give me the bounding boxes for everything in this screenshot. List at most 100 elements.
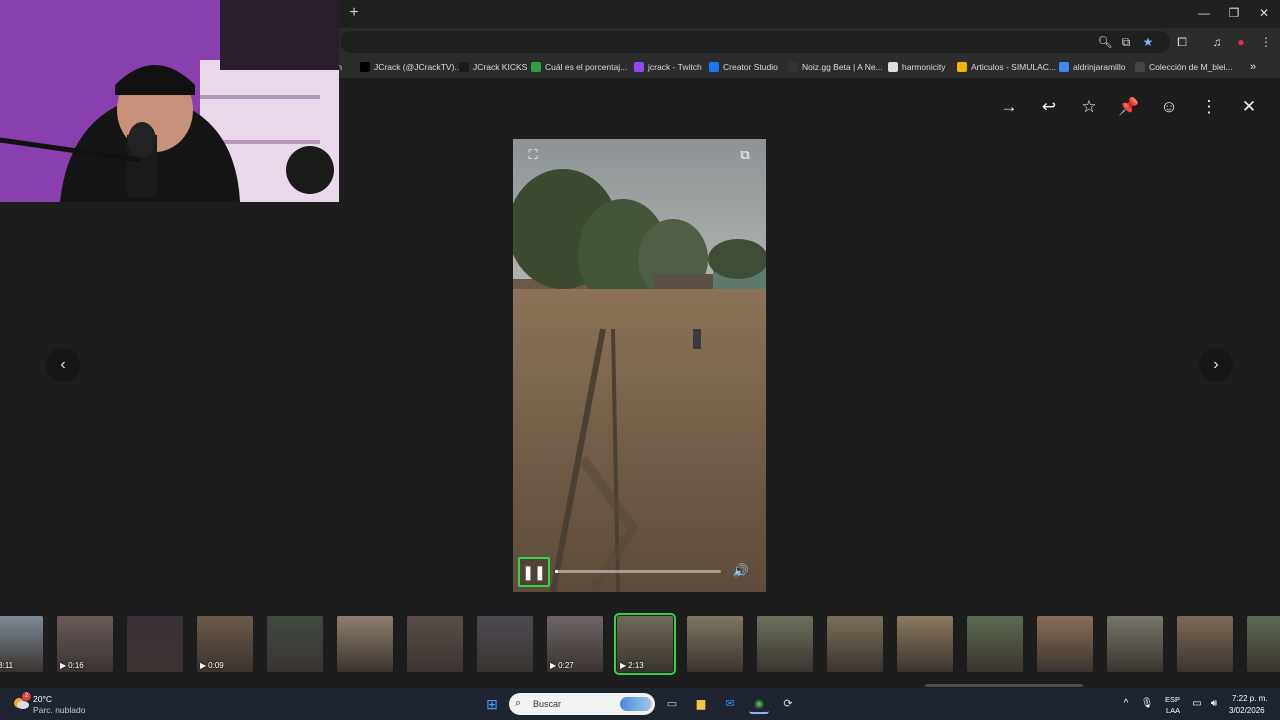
emoji-icon[interactable]: ☺ bbox=[1158, 96, 1180, 118]
thumbnail[interactable] bbox=[127, 616, 183, 672]
thumbnail[interactable]: ▶ 0:09 bbox=[197, 616, 253, 672]
bookmark-item[interactable]: harmonicity bbox=[888, 58, 945, 76]
thumbnail[interactable] bbox=[967, 616, 1023, 672]
zoom-icon[interactable]: 🔍︎ bbox=[1096, 33, 1114, 51]
outlook-icon[interactable]: ✉ bbox=[720, 694, 740, 714]
webcam-overlay bbox=[0, 0, 339, 202]
bookmark-item[interactable]: Articulos - SIMULAC... bbox=[957, 58, 1056, 76]
video-player[interactable]: ⛶ ⧉ ❚❚ 🔊 bbox=[513, 139, 766, 592]
video-progress-bar[interactable] bbox=[555, 570, 721, 573]
thumbnail[interactable] bbox=[687, 616, 743, 672]
drive-icon bbox=[957, 62, 967, 72]
thumbnail[interactable] bbox=[827, 616, 883, 672]
thumbnail[interactable] bbox=[757, 616, 813, 672]
more-bookmarks-button[interactable]: » bbox=[1250, 58, 1256, 76]
keyboard-layout[interactable]: LAA bbox=[1166, 706, 1180, 715]
microphone-icon[interactable]: 🎙︎ bbox=[1140, 697, 1154, 711]
pause-icon: ❚❚ bbox=[522, 564, 546, 580]
thumbnail[interactable] bbox=[1037, 616, 1093, 672]
thumbnail-scrollbar[interactable] bbox=[925, 684, 1083, 687]
profile-avatar[interactable]: ● bbox=[1232, 33, 1250, 51]
clock-time[interactable]: 7:22 p. m. bbox=[1232, 694, 1268, 703]
chevron-right-icon: › bbox=[1213, 356, 1219, 373]
bookmark-item[interactable]: jcrack - Twitch bbox=[634, 58, 702, 76]
bookmark-item[interactable]: Cuál es el porcentaj... bbox=[531, 58, 627, 76]
minimize-button[interactable]: — bbox=[1190, 4, 1218, 22]
x-icon bbox=[360, 62, 370, 72]
chrome-menu-icon[interactable]: ⋮ bbox=[1257, 33, 1275, 51]
thumbnail[interactable] bbox=[1107, 616, 1163, 672]
bookmark-label: Colección de M_blei... bbox=[1149, 62, 1233, 72]
thumbnail[interactable]: ▶ 0:16 bbox=[57, 616, 113, 672]
video-camera-icon: ▶ bbox=[620, 661, 627, 670]
bookmark-label: JCrack KICKS bbox=[473, 62, 528, 72]
star-icon[interactable]: ☆ bbox=[1078, 96, 1100, 118]
facebook-icon bbox=[709, 62, 719, 72]
thumbnail[interactable]: ▶ 2:13 bbox=[614, 613, 676, 675]
search-icon: ⌕ bbox=[515, 697, 522, 709]
close-window-button[interactable]: ✕ bbox=[1250, 4, 1278, 22]
more-icon[interactable]: ⋮ bbox=[1198, 96, 1220, 118]
new-tab-button[interactable]: + bbox=[345, 4, 363, 22]
next-media-button[interactable]: › bbox=[1199, 348, 1233, 382]
search-highlight-image bbox=[620, 697, 652, 711]
language-code[interactable]: ESP bbox=[1165, 695, 1180, 704]
bookmark-item[interactable]: JCrack KICKS bbox=[459, 58, 527, 76]
task-view-icon[interactable]: ▭ bbox=[662, 694, 682, 714]
video-camera-icon: ▶ bbox=[200, 661, 207, 670]
noiz-icon bbox=[788, 62, 798, 72]
clock-date[interactable]: 3/02/2026 bbox=[1229, 706, 1265, 715]
volume-button[interactable]: 🔊 bbox=[731, 561, 751, 581]
thumbnail[interactable] bbox=[1177, 616, 1233, 672]
thumbnail[interactable] bbox=[897, 616, 953, 672]
bookmark-item[interactable]: Creator Studio bbox=[709, 58, 778, 76]
file-explorer-icon[interactable]: ▆ bbox=[691, 694, 711, 714]
extensions-icon[interactable]: ⧠ bbox=[1173, 33, 1191, 51]
network-icon[interactable]: ▭ bbox=[1190, 697, 1204, 711]
bookmark-item[interactable]: JCrack (@JCrackTV)... bbox=[360, 58, 462, 76]
app-taskbar-icon[interactable]: ⟳ bbox=[778, 694, 798, 714]
bookmark-label: Cuál es el porcentaj... bbox=[545, 62, 628, 72]
bookmark-item[interactable]: Colección de M_blei... bbox=[1135, 58, 1233, 76]
bookmark-item[interactable]: aldrinjaramillo bbox=[1059, 58, 1125, 76]
picture-in-picture-icon[interactable]: ⧉ bbox=[735, 145, 755, 165]
chevron-left-icon: ‹ bbox=[60, 356, 66, 373]
chrome-taskbar-icon[interactable]: ◉ bbox=[749, 694, 769, 714]
forward-icon[interactable]: → bbox=[998, 96, 1020, 118]
thumbnail[interactable] bbox=[337, 616, 393, 672]
volume-icon: 🔊 bbox=[732, 563, 750, 578]
install-app-icon[interactable]: ⧉ bbox=[1117, 33, 1135, 51]
thumbnail[interactable] bbox=[407, 616, 463, 672]
bookmark-label: JCrack (@JCrackTV)... bbox=[374, 62, 462, 72]
bookmark-label: jcrack - Twitch bbox=[648, 62, 702, 72]
previous-media-button[interactable]: ‹ bbox=[46, 348, 80, 382]
address-bar[interactable] bbox=[340, 31, 1170, 53]
thumbnail-duration-text: 3:11 bbox=[0, 661, 14, 670]
thumbnail-duration: ▶ 0:16 bbox=[60, 661, 84, 670]
thumbnail[interactable] bbox=[267, 616, 323, 672]
speaker-icon[interactable]: 🔊︎ bbox=[1207, 697, 1221, 711]
thumbnail[interactable] bbox=[1247, 616, 1280, 672]
thumbnail[interactable]: ▶ 0:27 bbox=[547, 616, 603, 672]
thumbnail[interactable]: ▶3:11 bbox=[0, 616, 43, 672]
globe-icon bbox=[1135, 62, 1145, 72]
restore-button[interactable]: ❐ bbox=[1220, 4, 1248, 22]
pause-button[interactable]: ❚❚ bbox=[518, 557, 550, 587]
thumbnail[interactable] bbox=[477, 616, 533, 672]
media-control-icon[interactable]: ♫ bbox=[1208, 33, 1226, 51]
weather-temperature[interactable]: 20°C bbox=[33, 694, 52, 704]
windows-start-icon[interactable]: ⊞ bbox=[482, 694, 502, 714]
harmonicity-icon bbox=[888, 62, 898, 72]
bookmark-star-icon[interactable]: ★ bbox=[1139, 33, 1157, 51]
weather-description[interactable]: Parc. nublado bbox=[33, 705, 85, 715]
hidden-icons-chevron-icon[interactable]: ^ bbox=[1119, 697, 1133, 711]
close-icon[interactable]: ✕ bbox=[1238, 96, 1260, 118]
doc-icon bbox=[531, 62, 541, 72]
video-camera-icon: ▶ bbox=[60, 661, 67, 670]
fullscreen-icon[interactable]: ⛶ bbox=[523, 145, 543, 165]
pin-icon[interactable]: 📌 bbox=[1118, 96, 1140, 118]
thumbnail-duration: ▶3:11 bbox=[0, 661, 13, 670]
bookmark-item[interactable]: Noiz.gg Beta | A Ne... bbox=[788, 58, 883, 76]
twitch-icon bbox=[634, 62, 644, 72]
reply-icon[interactable]: ↩ bbox=[1038, 96, 1060, 118]
